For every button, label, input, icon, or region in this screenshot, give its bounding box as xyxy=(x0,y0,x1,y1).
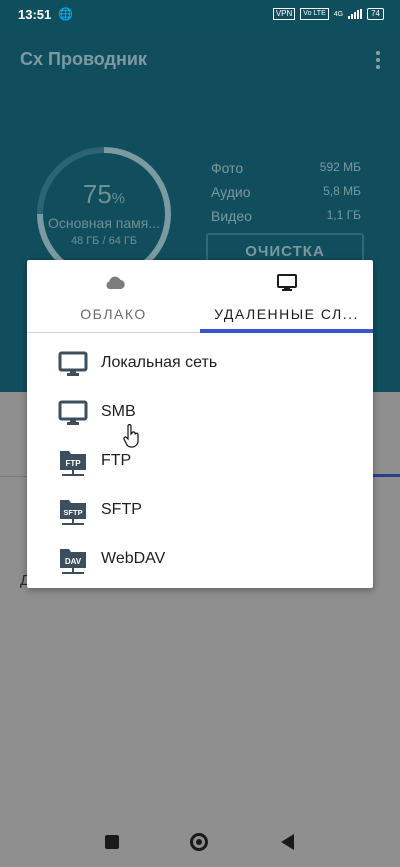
media-stats: Фото 592 МБ Аудио 5,8 МБ Видео 1,1 ГБ xyxy=(211,160,361,232)
app-title: Cx Проводник xyxy=(20,49,147,69)
system-nav-bar xyxy=(0,817,400,867)
recents-button[interactable] xyxy=(105,835,119,849)
list-item-label: SFTP xyxy=(101,501,142,518)
stat-value: 1,1 ГБ xyxy=(326,208,361,222)
svg-text:DAV: DAV xyxy=(65,557,82,566)
network-type: 4G xyxy=(333,10,344,18)
svg-text:SFTP: SFTP xyxy=(63,508,82,517)
tab-remote-services[interactable]: УДАЛЕННЫЕ СЛ... xyxy=(200,260,373,333)
sftp-folder-icon: SFTP xyxy=(58,496,88,526)
list-item-local-network[interactable]: Локальная сеть xyxy=(27,339,373,388)
list-item-ftp[interactable]: FTP FTP xyxy=(27,437,373,486)
stat-value: 592 МБ xyxy=(319,160,361,174)
tab-label: УДАЛЕННЫЕ СЛ... xyxy=(214,306,359,322)
remote-services-list: Локальная сеть SMB FTP FTP SFTP SFTP DAV… xyxy=(27,339,373,584)
more-options-icon[interactable] xyxy=(376,51,380,71)
tab-cloud[interactable]: ОБЛАКО xyxy=(27,260,200,333)
home-button[interactable] xyxy=(190,833,208,851)
volte-icon: Vo LTE xyxy=(300,8,329,20)
stat-label: Видео xyxy=(211,208,252,224)
signal-icon xyxy=(348,9,363,19)
add-storage-dialog: ОБЛАКО УДАЛЕННЫЕ СЛ... Локальная сеть SM… xyxy=(27,260,373,588)
stat-label: Аудио xyxy=(211,184,251,200)
storage-percent: 75% xyxy=(82,179,126,209)
hand-cursor-icon xyxy=(123,423,141,453)
storage-label: Основная памя... xyxy=(47,215,161,231)
app-bar: Cx Проводник xyxy=(0,30,400,92)
storage-usage: 48 ГБ / 64 ГБ xyxy=(70,235,138,247)
ftp-folder-icon: FTP xyxy=(58,447,88,477)
tab-label: ОБЛАКО xyxy=(80,306,147,322)
stat-value: 5,8 МБ xyxy=(323,184,361,198)
stat-row[interactable]: Фото 592 МБ xyxy=(211,160,361,184)
monitor-icon xyxy=(58,349,88,379)
monitor-icon xyxy=(276,274,297,297)
list-item-label: WebDAV xyxy=(101,550,166,567)
back-button[interactable] xyxy=(281,834,294,850)
status-icons: VPN Vo LTE 4G 74 xyxy=(272,8,384,20)
monitor-icon xyxy=(58,398,88,428)
dialog-tabs: ОБЛАКО УДАЛЕННЫЕ СЛ... xyxy=(27,260,373,333)
list-item-sftp[interactable]: SFTP SFTP xyxy=(27,486,373,535)
svg-text:FTP: FTP xyxy=(65,459,81,468)
list-item-label: SMB xyxy=(101,403,136,420)
dav-folder-icon: DAV xyxy=(58,545,88,575)
list-item-label: Локальная сеть xyxy=(101,354,218,371)
list-item-webdav[interactable]: DAV WebDAV xyxy=(27,535,373,584)
globe-icon: 🌐 xyxy=(58,7,73,21)
stat-row[interactable]: Видео 1,1 ГБ xyxy=(211,208,361,232)
status-time: 13:51 xyxy=(18,7,52,22)
stat-label: Фото xyxy=(211,160,244,176)
stat-row[interactable]: Аудио 5,8 МБ xyxy=(211,184,361,208)
vpn-icon: VPN xyxy=(272,8,296,20)
status-bar: 13:51 🌐 VPN Vo LTE 4G 74 xyxy=(0,0,400,30)
list-item-smb[interactable]: SMB xyxy=(27,388,373,437)
battery-icon: 74 xyxy=(367,8,384,20)
active-tab-indicator xyxy=(200,329,373,333)
cloud-icon xyxy=(103,274,125,295)
list-item-label: FTP xyxy=(101,452,132,469)
